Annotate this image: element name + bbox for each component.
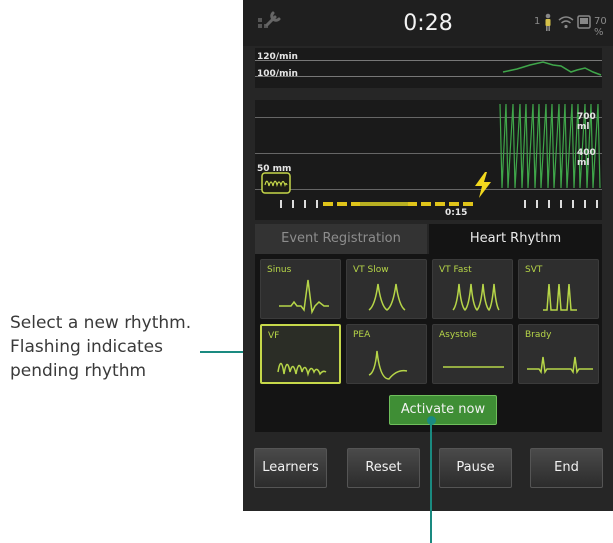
device-screen: 0:28 1 70 % 120/min 100/min 700 ml 400 m… [243, 0, 613, 511]
brady-waveform-icon [527, 356, 593, 375]
rhythm-button-pea[interactable]: PEA [346, 324, 427, 384]
pea-waveform-icon [368, 350, 408, 380]
tab-heart-rhythm[interactable]: Heart Rhythm [429, 224, 602, 254]
rhythm-button-brady[interactable]: Brady [518, 324, 599, 384]
vf-ecg-waveform [499, 103, 601, 189]
signal-count: 1 [534, 16, 541, 27]
annotation-line-2: Flashing indicates [10, 337, 163, 357]
wifi-icon [558, 16, 574, 29]
volume-label-700: 700 ml [577, 112, 596, 132]
activate-pointer-line [430, 420, 432, 543]
rhythm-selection-panel: Sinus VT Slow VT Fast SVT VF PEA Asystol… [255, 254, 602, 432]
rhythm-button-vf[interactable]: VF [260, 324, 341, 384]
pause-button[interactable]: Pause [439, 448, 512, 488]
vf-waveform-icon [277, 362, 327, 377]
rhythm-button-sinus[interactable]: Sinus [260, 259, 341, 319]
heart-rate-trend-line [502, 61, 602, 76]
person-icon [545, 13, 551, 31]
learners-button[interactable]: Learners [254, 448, 327, 488]
shock-lightning-icon [475, 172, 491, 198]
reset-button[interactable]: Reset [347, 448, 420, 488]
vt-slow-waveform-icon [368, 283, 406, 311]
vt-fast-waveform-icon [452, 283, 500, 312]
tab-event-registration[interactable]: Event Registration [255, 224, 427, 254]
tablet-icon [577, 15, 591, 29]
tab-bar: Event Registration Heart Rhythm [255, 224, 602, 254]
end-button[interactable]: End [530, 448, 603, 488]
waveform-monitor-panel: 700 ml 400 ml 50 mm 0:15 [255, 100, 602, 220]
rhythm-button-asystole[interactable]: Asystole [432, 324, 513, 384]
rhythm-button-vt-slow[interactable]: VT Slow [346, 259, 427, 319]
rhythm-button-vt-fast[interactable]: VT Fast [432, 259, 513, 319]
status-bar: 0:28 1 70 % [243, 0, 613, 46]
annotation-line-3: pending rhythm [10, 361, 147, 381]
activate-now-button[interactable]: Activate now [389, 395, 497, 425]
annotation-line-1: Select a new rhythm. [10, 313, 192, 333]
volume-label-400: 400 ml [577, 148, 596, 168]
annotation-select-rhythm: Select a new rhythm. Flashing indicates … [10, 311, 200, 383]
asystole-waveform-icon [443, 366, 504, 368]
sinus-waveform-icon [279, 279, 329, 315]
vf-rhythm-indicator-icon[interactable] [261, 172, 291, 194]
svt-waveform-icon [543, 283, 577, 311]
heart-rate-trend-panel: 120/min 100/min [255, 48, 602, 88]
battery-percent: 70 % [594, 16, 607, 38]
rhythm-button-svt[interactable]: SVT [518, 259, 599, 319]
timeline-ruler: 0:15 [255, 197, 602, 220]
timeline-time-label: 0:15 [445, 208, 468, 218]
